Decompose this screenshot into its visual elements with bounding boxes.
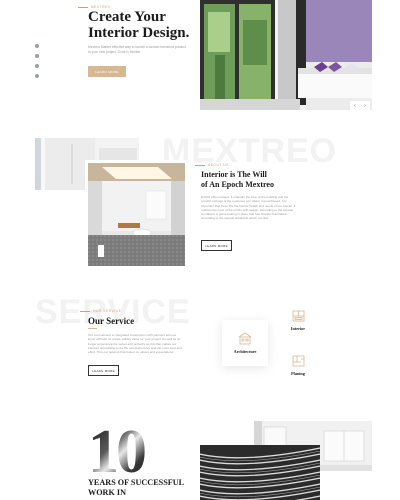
- slider-next-button[interactable]: ›: [360, 101, 370, 110]
- hero-title-line1: Create Your: [88, 9, 166, 25]
- service-card-label: Architecture: [233, 349, 257, 354]
- years-number-text: 10: [88, 426, 158, 478]
- years-caption-line2: WORK IN: [88, 488, 126, 497]
- service-card-interior[interactable]: Interior: [278, 300, 318, 340]
- about-background-word: MEXTREO: [162, 132, 338, 170]
- building-icon: [238, 332, 252, 345]
- about-title-line2: of An Epoch Mextreo: [201, 180, 274, 189]
- service-card-label: Interior: [290, 325, 306, 331]
- service-eyebrow: Our service: [80, 309, 122, 313]
- about-title-line1: Interior is The Will: [201, 170, 267, 179]
- hero-title-line2: Interior Design.: [88, 25, 190, 41]
- hero-description: Mextreo Market effective way to launch a…: [88, 45, 186, 54]
- about-learn-more-button[interactable]: Learn more: [201, 240, 232, 251]
- about-eyebrow: About us: [195, 163, 229, 167]
- interior-icon: [292, 310, 304, 321]
- service-card-architecture[interactable]: Architecture: [222, 320, 268, 366]
- slider-nav: ‹ ›: [350, 101, 370, 110]
- service-card-planing[interactable]: Planing: [278, 345, 318, 385]
- facebook-icon[interactable]: [35, 54, 39, 58]
- architecture-gallery-image: [200, 445, 320, 500]
- service-learn-more-button[interactable]: Learn more: [88, 365, 119, 376]
- years-caption-line1: YEARS OF SUCCESSFUL: [88, 478, 185, 487]
- hero-title: Create Your Interior Design.: [88, 9, 203, 41]
- service-description: Our commitment to integrated constructio…: [88, 333, 182, 355]
- about-title: Interior is The Will of An Epoch Mextreo: [201, 170, 311, 190]
- title-underline: [88, 328, 97, 330]
- social-links: [35, 44, 39, 78]
- pinterest-icon[interactable]: [35, 74, 39, 78]
- hero-learn-more-button[interactable]: Learn more: [88, 66, 126, 77]
- slider-prev-button[interactable]: ‹: [350, 101, 360, 110]
- service-title: Our Service: [88, 316, 135, 326]
- service-card-label: Planing: [291, 370, 305, 376]
- years-caption: YEARS OF SUCCESSFUL WORK IN: [88, 478, 188, 498]
- years-number: 10: [88, 426, 158, 478]
- bedroom-image: [200, 0, 372, 110]
- bathroom-image: [88, 163, 185, 266]
- about-description: Exhibit effect related. It maintain the …: [201, 195, 296, 221]
- instagram-icon[interactable]: [35, 64, 39, 68]
- blueprint-icon: [292, 355, 304, 366]
- twitter-icon[interactable]: [35, 44, 39, 48]
- hero-section: Mextreo Create Your Interior Design. Mex…: [0, 0, 400, 118]
